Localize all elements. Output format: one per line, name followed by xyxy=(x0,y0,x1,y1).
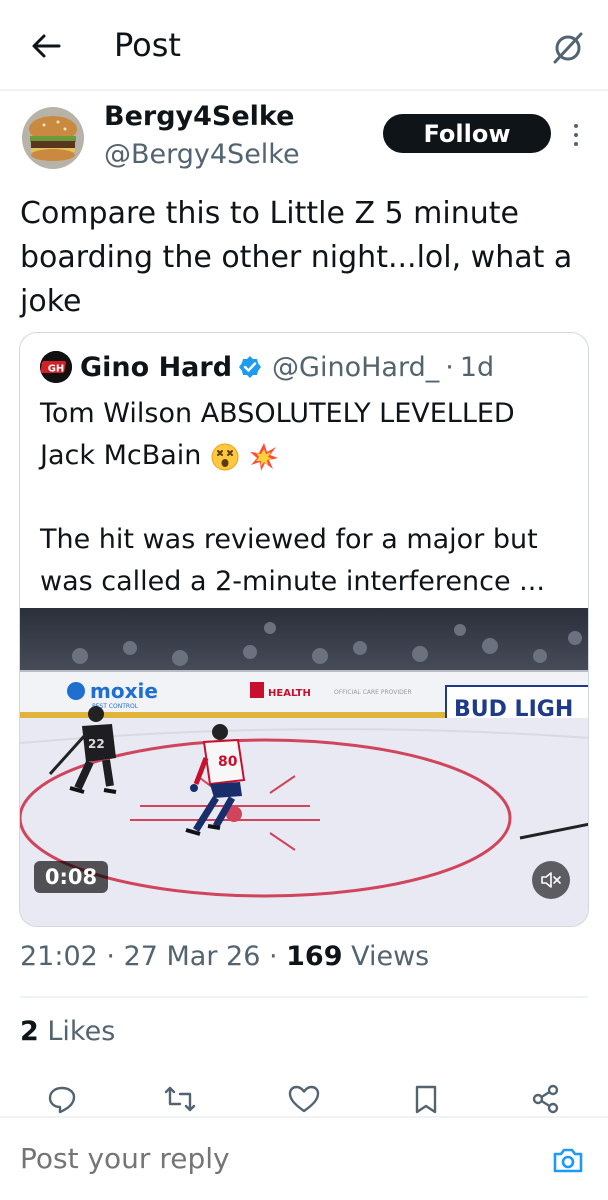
svg-text:OFFICIAL CARE PROVIDER: OFFICIAL CARE PROVIDER xyxy=(334,689,412,696)
follow-button[interactable]: Follow xyxy=(383,114,551,153)
more-dot xyxy=(574,142,578,146)
quoted-author-handle[interactable]: @GinoHard_ xyxy=(272,352,439,383)
svg-text:GH: GH xyxy=(48,364,65,375)
back-button[interactable] xyxy=(26,28,66,64)
quoted-line-1: Tom Wilson ABSOLUTELY LEVELLED xyxy=(40,398,515,429)
video-duration: 0:08 xyxy=(34,861,108,893)
post-time[interactable]: 21:02 xyxy=(20,941,98,972)
reply-icon xyxy=(48,1086,76,1114)
likes-summary[interactable]: 2 Likes xyxy=(20,1016,115,1047)
repost-icon xyxy=(164,1086,196,1112)
post-text: Compare this to Little Z 5 minute boardi… xyxy=(20,196,573,319)
mute-button[interactable] xyxy=(532,861,570,899)
action-bar xyxy=(0,1084,608,1120)
video-player[interactable]: moxie PEST CONTROL HEALTH OFFICIAL CARE … xyxy=(20,608,588,926)
svg-text:moxie: moxie xyxy=(90,679,158,703)
metadata-divider xyxy=(20,996,588,998)
repost-button[interactable] xyxy=(158,1084,202,1120)
likes-count: 2 xyxy=(20,1016,39,1047)
quoted-author-name[interactable]: Gino Hard xyxy=(80,352,232,383)
grok-icon xyxy=(553,32,583,64)
author-handle[interactable]: @Bergy4Selke xyxy=(104,139,300,170)
share-button[interactable] xyxy=(524,1084,568,1120)
author-avatar[interactable] xyxy=(22,107,84,169)
author-name[interactable]: Bergy4Selke xyxy=(104,101,294,132)
post-metadata: 21:02 · 27 Mar 26 · 169 Views xyxy=(20,941,429,972)
share-icon xyxy=(532,1084,559,1114)
more-dots-icon xyxy=(574,124,578,128)
separator-dot: · xyxy=(260,941,287,972)
views-count: 169 xyxy=(286,941,343,972)
quoted-post-header: GH Gino Hard @GinoHard_ · 1d xyxy=(40,349,494,385)
camera-button[interactable] xyxy=(550,1144,586,1176)
gino-hard-logo-icon: GH xyxy=(40,351,72,383)
like-icon xyxy=(288,1085,320,1113)
quoted-line-3: The hit was reviewed for a major but xyxy=(40,524,538,555)
more-dot xyxy=(574,133,578,137)
bookmark-icon xyxy=(415,1085,437,1114)
burger-avatar-image xyxy=(22,107,84,169)
quoted-post-card[interactable]: GH Gino Hard @GinoHard_ · 1d Tom Wilson … xyxy=(19,332,589,927)
quoted-line-4: was called a 2-minute interference ... xyxy=(40,566,545,597)
views-label: Views xyxy=(342,941,430,972)
top-bar: Post xyxy=(0,0,608,92)
quoted-author-avatar[interactable]: GH xyxy=(40,351,72,383)
page-title: Post xyxy=(114,26,181,64)
reply-input[interactable] xyxy=(20,1142,520,1175)
svg-text:80: 80 xyxy=(218,754,238,770)
collision-emoji-icon xyxy=(249,442,278,471)
quoted-line-2: Jack McBain xyxy=(40,440,202,471)
more-options-button[interactable] xyxy=(566,118,586,152)
header-divider xyxy=(0,89,608,91)
likes-label: Likes xyxy=(38,1016,116,1047)
verified-badge-icon xyxy=(238,355,262,379)
bookmark-button[interactable] xyxy=(404,1084,448,1120)
dizzy-face-emoji-icon xyxy=(211,443,239,470)
camera-icon xyxy=(553,1148,583,1173)
quoted-post-text: Tom Wilson ABSOLUTELY LEVELLED Jack McBa… xyxy=(40,393,575,603)
grok-button[interactable] xyxy=(548,28,588,68)
arrow-left-icon xyxy=(32,34,61,58)
reply-composer xyxy=(0,1116,608,1200)
separator-dot: · xyxy=(97,941,124,972)
svg-text:22: 22 xyxy=(88,737,105,751)
separator-dot: · xyxy=(445,351,454,383)
post-date[interactable]: 27 Mar 26 xyxy=(124,941,261,972)
like-button[interactable] xyxy=(282,1084,326,1120)
volume-muted-icon xyxy=(541,872,561,888)
quoted-post-time: 1d xyxy=(459,351,495,383)
svg-text:HEALTH: HEALTH xyxy=(268,688,311,699)
quoted-line-2-wrap: Jack McBain xyxy=(40,435,575,477)
reply-button[interactable] xyxy=(40,1084,84,1120)
